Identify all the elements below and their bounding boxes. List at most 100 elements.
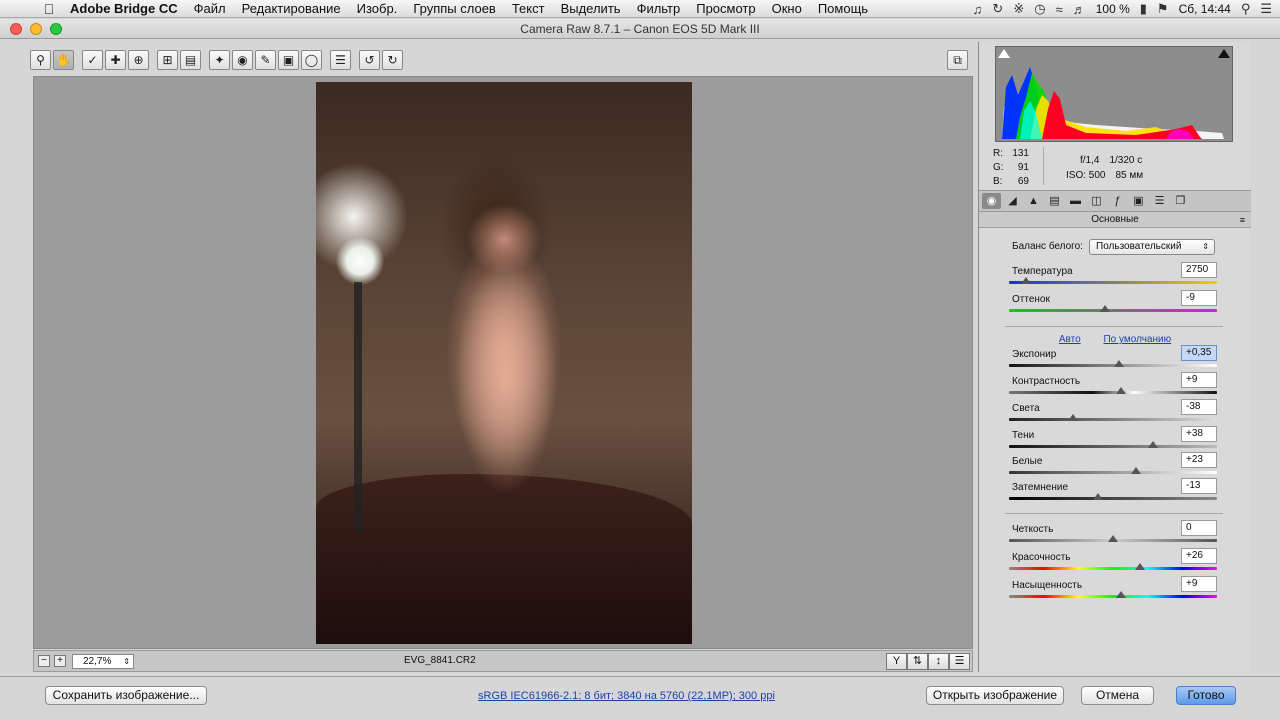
slider-thumb[interactable] [1135,563,1146,570]
volume-icon[interactable]: ♬ [1073,2,1086,17]
apple-icon[interactable]:  [38,1,60,17]
clock-icon[interactable]: ◷ [1034,1,1045,17]
slider-value-input[interactable]: +9 [1181,576,1217,592]
slider-thumb[interactable] [1108,535,1118,542]
battery-icon[interactable]: ▮ [1140,1,1147,17]
crop-tool-icon[interactable]: ⊞ [157,50,178,70]
zoom-out-button[interactable]: − [38,655,50,667]
close-window-button[interactable] [10,23,22,35]
slider-thumb[interactable] [1114,360,1125,367]
slider-thumb[interactable] [1147,441,1158,448]
default-link[interactable]: По умолчанию [1103,334,1171,345]
fullscreen-toggle-icon[interactable]: ⧉ [947,50,968,70]
before-after-y-icon[interactable]: Y [886,653,907,670]
rotate-left-icon[interactable]: ↺ [359,50,380,70]
shadow-clipping-warning-icon[interactable] [998,49,1010,58]
slider-value-input[interactable]: -38 [1181,399,1217,415]
slider-track[interactable] [1009,445,1217,448]
bluetooth-icon[interactable]: ※ [1013,1,1024,17]
slider-thumb[interactable] [1068,414,1079,421]
slider-value-input[interactable]: -13 [1181,478,1217,494]
sync-icon[interactable]: ↻ [992,1,1003,17]
minimize-window-button[interactable] [30,23,42,35]
tab-hsl-icon[interactable]: ▤ [1045,193,1064,209]
preferences-list-icon[interactable]: ☰ [330,50,351,70]
tab-presets-icon[interactable]: ☰ [1150,193,1169,209]
hand-tool-icon[interactable]: ✋ [53,50,74,70]
menu-filter[interactable]: Фильтр [637,1,681,16]
slider-track[interactable] [1009,364,1217,367]
notification-list-icon[interactable]: ☰ [1260,1,1272,17]
slider-track[interactable] [1009,471,1217,474]
menu-help[interactable]: Помощь [818,1,868,16]
tab-camera-calibration-icon[interactable]: ▣ [1129,193,1148,209]
zoom-in-button[interactable]: + [54,655,66,667]
tab-tone-curve-icon[interactable]: ◢ [1003,193,1022,209]
panel-menu-icon[interactable]: ≡ [1240,212,1245,228]
clock[interactable]: Сб, 14:44 [1179,2,1231,16]
slider-value-input[interactable]: +26 [1181,548,1217,564]
image-preview[interactable] [33,76,973,649]
radial-filter-icon[interactable]: ◯ [301,50,322,70]
slider-track[interactable] [1009,309,1217,312]
tab-basic-icon[interactable]: ◉ [982,193,1001,209]
zoom-window-button[interactable] [50,23,62,35]
open-image-button[interactable]: Открыть изображение [926,686,1064,705]
menu-edit[interactable]: Редактирование [242,1,341,16]
slider-value-input[interactable]: +38 [1181,426,1217,442]
highlight-clipping-warning-icon[interactable] [1218,49,1230,58]
spot-removal-tool-icon[interactable]: ✦ [209,50,230,70]
slider-thumb[interactable] [1116,591,1127,598]
slider-value-input[interactable]: 0 [1181,520,1217,536]
menu-layer-groups[interactable]: Группы слоев [413,1,496,16]
save-image-button[interactable]: Сохранить изображение... [45,686,207,705]
adjustment-brush-icon[interactable]: ✎ [255,50,276,70]
menu-text[interactable]: Текст [512,1,545,16]
auto-link[interactable]: Авто [1059,334,1081,345]
slider-track[interactable] [1009,595,1217,598]
slider-value-input[interactable]: -9 [1181,290,1217,306]
done-button[interactable]: Готово [1176,686,1236,705]
spotlight-search-icon[interactable]: ⚲ [1241,1,1251,17]
wifi-icon[interactable]: ≈ [1056,2,1063,17]
menu-file[interactable]: Файл [194,1,226,16]
slider-value-input[interactable]: +0,35 [1181,345,1217,361]
white-balance-select[interactable]: Пользовательский ⇕ [1089,239,1215,255]
tab-snapshots-icon[interactable]: ❐ [1171,193,1190,209]
menu-window[interactable]: Окно [772,1,802,16]
menu-image[interactable]: Изобр. [357,1,398,16]
graduated-filter-icon[interactable]: ▣ [278,50,299,70]
menu-select[interactable]: Выделить [561,1,621,16]
slider-track[interactable] [1009,567,1217,570]
tab-effects-icon[interactable]: ƒ [1108,193,1127,209]
workflow-options-link[interactable]: sRGB IEC61966-2.1; 8 бит; 3840 на 5760 (… [478,690,775,702]
rotate-right-icon[interactable]: ↻ [382,50,403,70]
white-balance-tool-icon[interactable]: ✓ [82,50,103,70]
slider-value-input[interactable]: +9 [1181,372,1217,388]
swap-settings-icon[interactable]: ⇅ [907,653,928,670]
slider-thumb[interactable] [1020,277,1031,284]
zoom-tool-icon[interactable]: ⚲ [30,50,51,70]
color-sampler-tool-icon[interactable]: ✚ [105,50,126,70]
tab-lens-corrections-icon[interactable]: ◫ [1087,193,1106,209]
slider-track[interactable] [1009,418,1217,421]
copy-settings-icon[interactable]: ↕ [928,653,949,670]
photo-preview[interactable] [316,82,692,644]
menu-view[interactable]: Просмотр [696,1,755,16]
slider-thumb[interactable] [1130,467,1141,474]
toggle-settings-icon[interactable]: ☰ [949,653,970,670]
slider-thumb[interactable] [1116,387,1127,394]
slider-track[interactable] [1009,497,1217,500]
targeted-adjustment-tool-icon[interactable]: ⊕ [128,50,149,70]
slider-value-input[interactable]: 2750 [1181,262,1217,278]
bell-icon[interactable]: ♫ [973,2,983,17]
slider-value-input[interactable]: +23 [1181,452,1217,468]
slider-thumb[interactable] [1093,493,1104,500]
slider-track[interactable] [1009,391,1217,394]
tab-detail-icon[interactable]: ▲ [1024,193,1043,209]
slider-thumb[interactable] [1099,305,1110,312]
cancel-button[interactable]: Отмена [1081,686,1154,705]
slider-track[interactable] [1009,281,1217,284]
red-eye-tool-icon[interactable]: ◉ [232,50,253,70]
tab-split-toning-icon[interactable]: ▬ [1066,193,1085,209]
